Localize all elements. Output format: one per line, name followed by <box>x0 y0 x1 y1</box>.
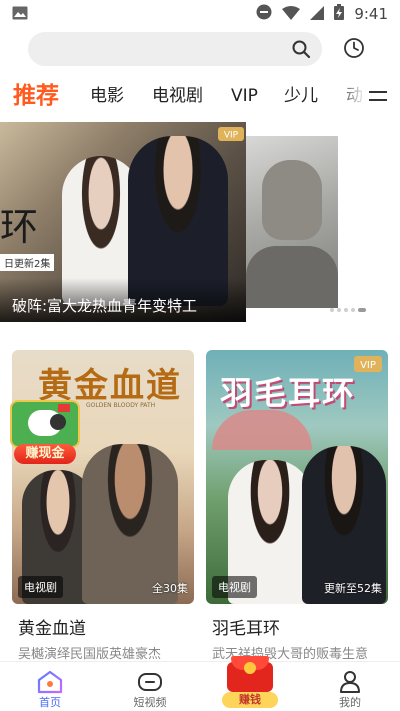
card-poster[interactable]: 黄金血道 GOLDEN BLOODY PATH 电视剧 全30集 <box>12 350 194 604</box>
nav-earn[interactable]: 赚钱 <box>200 656 300 711</box>
red-envelope-icon <box>227 656 273 694</box>
tabs-fade <box>336 78 366 114</box>
nav-short-video[interactable]: 短视频 <box>100 662 200 711</box>
clock-time: 9:41 <box>354 5 388 23</box>
banner-side-figure-face <box>262 160 322 240</box>
battery-charging-icon <box>334 4 345 24</box>
vip-badge: VIP <box>218 126 244 145</box>
genre-tag: 电视剧 <box>18 576 63 598</box>
search-row <box>0 30 400 70</box>
banner-update-tag: 日更新2集 <box>0 254 55 271</box>
search-icon[interactable] <box>292 40 311 62</box>
carousel-dot <box>344 308 348 312</box>
earn-cash-label: 赚现金 <box>14 444 76 464</box>
sheep-face-icon <box>50 414 66 430</box>
banner-side-figure-body <box>246 246 338 308</box>
banner-poster-char: 环 <box>0 205 39 249</box>
vip-badge: VIP <box>354 356 382 376</box>
svg-text:VIP: VIP <box>224 131 239 141</box>
poster-subtitle: GOLDEN BLOODY PATH <box>86 402 156 409</box>
search-input[interactable] <box>28 32 322 66</box>
history-icon[interactable] <box>343 37 365 63</box>
svg-text:VIP: VIP <box>360 360 376 371</box>
genre-tag: 电视剧 <box>212 576 257 598</box>
carousel-indicator <box>330 308 366 312</box>
tab-recommend[interactable]: 推荐 <box>13 78 59 114</box>
poster-title: 羽毛耳环 <box>220 374 357 412</box>
video-card-golden-bloody-path[interactable]: 黄金血道 GOLDEN BLOODY PATH 电视剧 全30集 黄金血道 吴樾… <box>12 350 194 662</box>
menu-icon[interactable] <box>368 86 388 110</box>
banner-caption: 破阵:富大龙热血青年变特工 <box>12 297 198 315</box>
nav-label: 赚钱 <box>222 692 278 708</box>
category-tabs: 推荐 电影 电视剧 VIP 少儿 动 <box>0 78 400 114</box>
carousel-dot <box>337 308 341 312</box>
tab-kids[interactable]: 少儿 <box>284 78 318 114</box>
nav-label: 短视频 <box>133 696 167 709</box>
video-card-feather-earrings[interactable]: 羽毛耳环 VIP 电视剧 更新至52集 羽毛耳环 武天祥捣毁大哥的贩毒生意 <box>206 350 388 662</box>
nav-home[interactable]: 首页 <box>0 662 100 711</box>
tab-vip[interactable]: VIP <box>231 78 258 114</box>
banner-carousel[interactable]: 环 日更新2集 VIP 破阵:富大龙热血青年变特工 <box>0 122 400 322</box>
tab-movies[interactable]: 电影 <box>90 78 124 114</box>
flag-icon <box>58 404 70 412</box>
signal-icon <box>310 5 325 24</box>
wifi-icon <box>282 5 301 24</box>
episode-count: 全30集 <box>152 582 188 595</box>
nav-profile[interactable]: 我的 <box>300 662 400 711</box>
card-description: 吴樾演绎民国版英雄豪杰 <box>18 647 162 662</box>
nav-label: 我的 <box>339 696 361 709</box>
banner-slide[interactable]: 环 日更新2集 VIP 破阵:富大龙热血青年变特工 <box>0 122 246 322</box>
tab-tv-series[interactable]: 电视剧 <box>152 78 203 114</box>
status-bar: 9:41 <box>0 0 400 28</box>
card-title[interactable]: 黄金血道 <box>18 614 194 639</box>
card-title[interactable]: 羽毛耳环 <box>212 614 388 639</box>
nav-label: 首页 <box>39 696 61 709</box>
banner-next-slide[interactable] <box>246 136 338 308</box>
carousel-dot <box>351 308 355 312</box>
do-not-disturb-icon <box>256 4 272 24</box>
bottom-navigation: 首页 短视频 赚钱 我的 <box>0 656 400 711</box>
card-poster[interactable]: 羽毛耳环 VIP 电视剧 更新至52集 <box>206 350 388 604</box>
carousel-dot-active <box>358 308 366 312</box>
episode-count: 更新至52集 <box>324 582 382 595</box>
carousel-dot <box>330 308 334 312</box>
earn-cash-float-button[interactable]: 赚现金 <box>10 400 80 466</box>
image-icon <box>12 5 28 24</box>
